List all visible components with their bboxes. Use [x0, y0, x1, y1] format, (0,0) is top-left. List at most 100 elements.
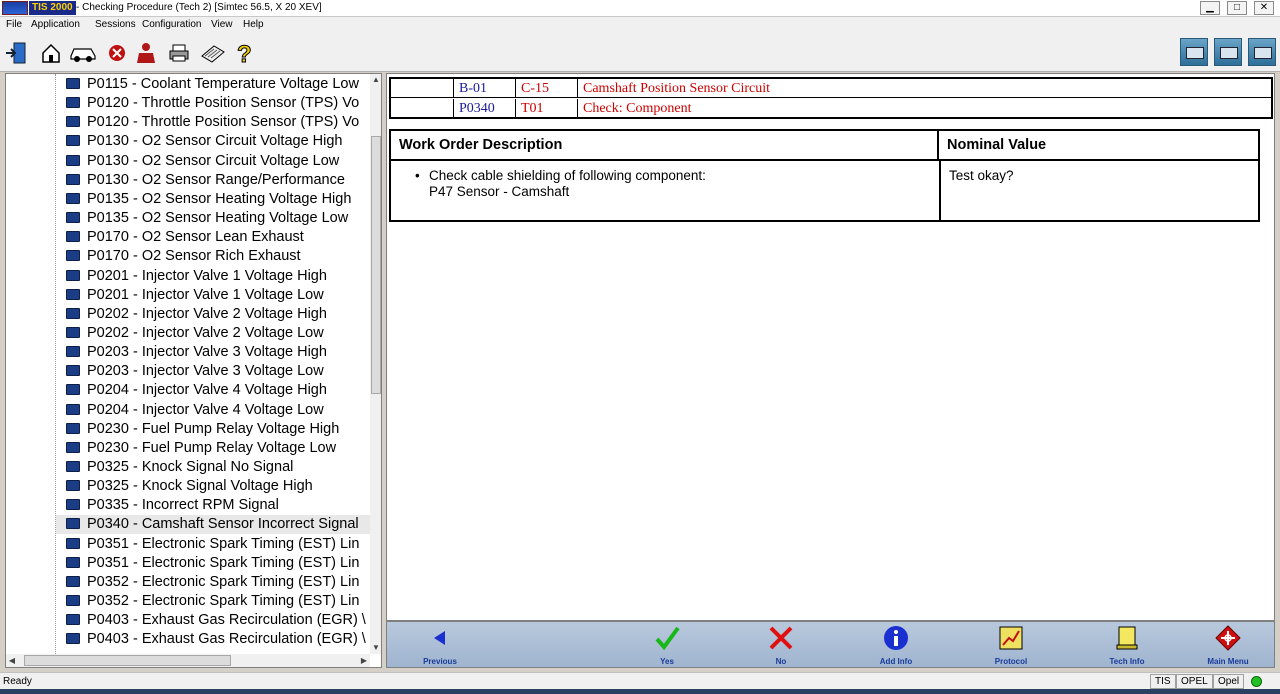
tree-item[interactable]: P0115 - Coolant Temperature Voltage Low: [56, 75, 370, 94]
printer-icon[interactable]: [166, 40, 192, 66]
tree-item-label: P0203 - Injector Valve 3 Voltage High: [87, 344, 327, 361]
folder-icon: [66, 231, 80, 243]
menu-sessions[interactable]: Sessions: [95, 18, 136, 31]
tree-item[interactable]: P0335 - Incorrect RPM Signal: [56, 496, 370, 515]
tree-item[interactable]: P0170 - O2 Sensor Lean Exhaust: [56, 228, 370, 247]
tree-vertical-scrollbar[interactable]: ▲ ▼: [370, 74, 381, 654]
previous-button[interactable]: Previous: [405, 622, 475, 669]
header-row-2: P0340 T01 Check: Component: [391, 99, 1271, 118]
minimize-button[interactable]: ▁: [1200, 1, 1220, 15]
tree-item[interactable]: P0230 - Fuel Pump Relay Voltage High: [56, 420, 370, 439]
column-divider: [939, 161, 941, 220]
tree-item[interactable]: P0325 - Knock Signal No Signal: [56, 458, 370, 477]
tree-item-label: P0202 - Injector Valve 2 Voltage High: [87, 305, 327, 322]
folder-icon: [66, 116, 80, 128]
tree-item[interactable]: P0340 - Camshaft Sensor Incorrect Signal: [56, 515, 370, 535]
tree-item-label: P0325 - Knock Signal Voltage High: [87, 478, 313, 495]
tree-item-label: P0120 - Throttle Position Sensor (TPS) V…: [87, 95, 360, 112]
tree-item[interactable]: P0403 - Exhaust Gas Recirculation (EGR) …: [56, 611, 370, 630]
tree-item[interactable]: P0130 - O2 Sensor Circuit Voltage High: [56, 132, 370, 151]
nav-diagnostics-icon[interactable]: [1180, 38, 1208, 66]
tree-item[interactable]: P0202 - Injector Valve 2 Voltage Low: [56, 324, 370, 343]
tree-item-label: P0351 - Electronic Spark Timing (EST) Li…: [87, 535, 360, 552]
work-description-line-1: Check cable shielding of following compo…: [429, 168, 706, 183]
tree-item[interactable]: P0135 - O2 Sensor Heating Voltage High: [56, 190, 370, 209]
add-info-button[interactable]: Add Info: [861, 622, 931, 669]
folder-icon: [66, 346, 80, 358]
hscroll-thumb[interactable]: [24, 655, 231, 666]
no-button[interactable]: No: [746, 622, 816, 669]
tree-item-label: P0130 - O2 Sensor Range/Performance: [87, 171, 345, 188]
folder-icon: [66, 403, 80, 415]
tree-item-label: P0203 - Injector Valve 3 Voltage Low: [87, 363, 324, 380]
procedure-header-table: B-01 C-15 Camshaft Position Sensor Circu…: [389, 77, 1273, 119]
tree-item[interactable]: P0204 - Injector Valve 4 Voltage High: [56, 381, 370, 400]
tree-item-label: P0403 - Exhaust Gas Recirculation (EGR) …: [87, 612, 366, 629]
tree-item[interactable]: P0203 - Injector Valve 3 Voltage Low: [56, 362, 370, 381]
scroll-up-button[interactable]: ▲: [370, 74, 381, 86]
nav-vehicle-info-icon[interactable]: [1248, 38, 1276, 66]
book-icon[interactable]: [199, 40, 227, 66]
tree-item[interactable]: P0120 - Throttle Position Sensor (TPS) V…: [56, 94, 370, 113]
tree-item[interactable]: P0351 - Electronic Spark Timing (EST) Li…: [56, 554, 370, 573]
help-icon[interactable]: ?: [232, 40, 258, 67]
maximize-button[interactable]: □: [1227, 1, 1247, 15]
menu-configuration[interactable]: Configuration: [142, 18, 201, 31]
tree-item[interactable]: P0135 - O2 Sensor Heating Voltage Low: [56, 209, 370, 228]
vehicle-icon[interactable]: [68, 40, 98, 66]
tree-horizontal-scrollbar[interactable]: ◀ ▶: [6, 654, 370, 667]
scroll-left-button[interactable]: ◀: [6, 654, 18, 667]
header-cell-dtc: P0340: [454, 99, 516, 118]
folder-icon: [66, 422, 80, 434]
folder-icon: [66, 326, 80, 338]
scroll-thumb[interactable]: [371, 136, 381, 394]
person-icon[interactable]: [133, 40, 159, 66]
yes-button[interactable]: Yes: [632, 622, 702, 669]
tree-item-label: P0325 - Knock Signal No Signal: [87, 459, 294, 475]
main-menu-button[interactable]: Main Menu: [1193, 622, 1263, 669]
tree-item-label: P0115 - Coolant Temperature Voltage Low: [87, 76, 359, 92]
tree-item[interactable]: P0203 - Injector Valve 3 Voltage High: [56, 343, 370, 362]
tree-item-label: P0201 - Injector Valve 1 Voltage Low: [87, 286, 324, 303]
svg-text:?: ?: [237, 41, 252, 66]
tree-item[interactable]: P0230 - Fuel Pump Relay Voltage Low: [56, 439, 370, 458]
tree-item-label: P0204 - Injector Valve 4 Voltage Low: [87, 401, 324, 418]
tree-item[interactable]: P0325 - Knock Signal Voltage High: [56, 477, 370, 496]
tree-item[interactable]: P0352 - Electronic Spark Timing (EST) Li…: [56, 592, 370, 611]
menu-application[interactable]: Application: [31, 18, 80, 31]
tree-item[interactable]: P0202 - Injector Valve 2 Voltage High: [56, 305, 370, 324]
folder-icon: [66, 441, 80, 453]
home-icon[interactable]: [38, 40, 64, 66]
tree-item[interactable]: P0130 - O2 Sensor Range/Performance: [56, 171, 370, 190]
nav-service-icon[interactable]: [1214, 38, 1242, 66]
close-button[interactable]: ✕: [1254, 1, 1274, 15]
tree-item[interactable]: P0204 - Injector Valve 4 Voltage Low: [56, 401, 370, 420]
tree-item[interactable]: P0120 - Throttle Position Sensor (TPS) V…: [56, 113, 370, 132]
menu-help[interactable]: Help: [243, 18, 264, 31]
tree-item-label: P0351 - Electronic Spark Timing (EST) Li…: [87, 554, 360, 571]
folder-icon: [66, 614, 80, 626]
tech-info-button[interactable]: Tech Info: [1092, 622, 1162, 669]
tree-item[interactable]: P0403 - Exhaust Gas Recirculation (EGR) …: [56, 630, 370, 649]
tree-item[interactable]: P0201 - Injector Valve 1 Voltage Low: [56, 286, 370, 305]
tree-item[interactable]: P0130 - O2 Sensor Circuit Voltage Low: [56, 152, 370, 171]
app-logo-icon: [2, 1, 28, 15]
scroll-down-button[interactable]: ▼: [370, 642, 381, 654]
folder-icon: [66, 154, 80, 166]
protocol-button[interactable]: Protocol: [976, 622, 1046, 669]
header-row-1: B-01 C-15 Camshaft Position Sensor Circu…: [391, 79, 1271, 98]
nominal-value: Test okay?: [949, 168, 1014, 183]
stop-icon[interactable]: [104, 40, 130, 66]
bullet: •: [415, 168, 420, 183]
tree-item[interactable]: P0201 - Injector Valve 1 Voltage High: [56, 267, 370, 286]
menu-view[interactable]: View: [211, 18, 233, 31]
menu-file[interactable]: File: [6, 18, 22, 31]
tree-item[interactable]: P0351 - Electronic Spark Timing (EST) Li…: [56, 535, 370, 554]
tree-item[interactable]: P0170 - O2 Sensor Rich Exhaust: [56, 247, 370, 266]
folder-icon: [66, 461, 80, 472]
exit-icon[interactable]: [3, 40, 29, 66]
scroll-right-button[interactable]: ▶: [358, 654, 370, 667]
yes-label: Yes: [660, 657, 674, 666]
add-info-label: Add Info: [879, 657, 913, 666]
tree-item[interactable]: P0352 - Electronic Spark Timing (EST) Li…: [56, 573, 370, 592]
